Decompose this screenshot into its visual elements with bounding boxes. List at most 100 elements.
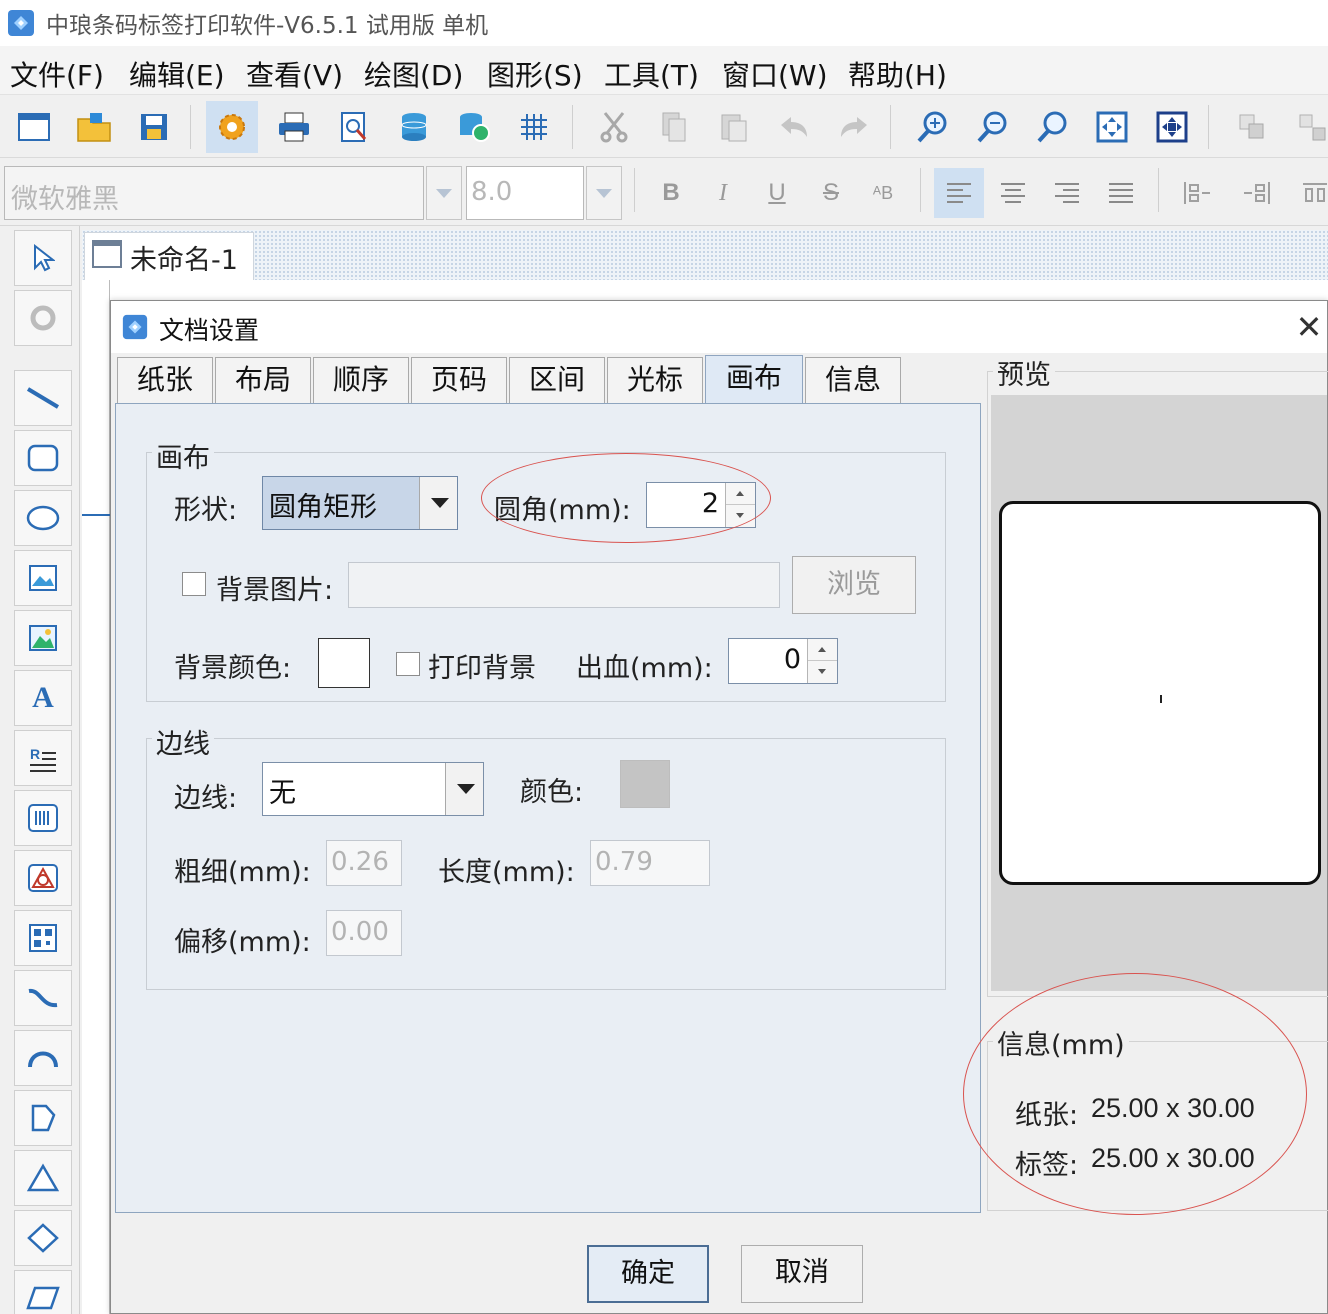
bleed-spinner[interactable]: 0: [728, 638, 838, 684]
zoom-out-icon[interactable]: [966, 101, 1018, 153]
document-settings-gear-icon[interactable]: [206, 101, 258, 153]
tab-paper[interactable]: 纸张: [117, 357, 213, 403]
group-icon[interactable]: [1226, 101, 1278, 153]
align-center-icon[interactable]: [988, 168, 1038, 218]
length-label: 长度(mm):: [438, 857, 575, 888]
qrcode-tool-icon[interactable]: [14, 910, 72, 966]
new-document-icon[interactable]: [8, 101, 60, 153]
save-icon[interactable]: [128, 101, 180, 153]
print-background-checkbox[interactable]: [396, 652, 420, 676]
database-settings-icon[interactable]: [448, 101, 500, 153]
menu-draw[interactable]: 绘图(D): [364, 54, 463, 94]
tab-range[interactable]: 区间: [509, 357, 605, 403]
bold-button[interactable]: B: [646, 168, 696, 218]
background-image-checkbox[interactable]: [182, 572, 206, 596]
diamond-tool-icon[interactable]: [14, 1210, 72, 1266]
zoom-in-icon[interactable]: [906, 101, 958, 153]
polygon-tool-icon[interactable]: [14, 1090, 72, 1146]
tab-cursor[interactable]: 光标: [607, 357, 703, 403]
background-color-swatch[interactable]: [318, 638, 370, 688]
length-field[interactable]: 0.79: [590, 840, 710, 886]
redo-icon[interactable]: [828, 101, 880, 153]
background-image-path-field[interactable]: [348, 562, 780, 608]
indent-right-icon[interactable]: [1232, 168, 1282, 218]
border-label: 边线:: [174, 783, 238, 814]
curve-tool-icon[interactable]: [14, 970, 72, 1026]
font-size-dropdown-button[interactable]: [586, 166, 622, 220]
cut-icon[interactable]: [588, 101, 640, 153]
tab-info[interactable]: 信息: [805, 357, 901, 403]
border-style-dropdown-arrow-icon[interactable]: [445, 763, 483, 815]
indent-left-icon[interactable]: [1172, 168, 1222, 218]
preview-title: 预览: [993, 353, 1055, 392]
border-style-combo[interactable]: 无: [262, 762, 484, 816]
bleed-up-icon[interactable]: [808, 639, 837, 661]
font-size-value: 8.0: [471, 177, 513, 207]
menu-shape[interactable]: 图形(S): [487, 54, 583, 94]
paste-icon[interactable]: [708, 101, 760, 153]
font-size-combo[interactable]: 8.0: [466, 166, 584, 220]
arc-tool-icon[interactable]: [14, 1030, 72, 1086]
italic-button[interactable]: I: [698, 168, 748, 218]
copy-icon[interactable]: [648, 101, 700, 153]
rich-text-tool-icon[interactable]: R: [14, 730, 72, 786]
dialog-close-icon[interactable]: ✕: [1293, 309, 1325, 345]
underline-button[interactable]: U: [752, 168, 802, 218]
ellipse-tool-icon[interactable]: [14, 490, 72, 546]
line-tool-icon[interactable]: [14, 370, 72, 426]
print-icon[interactable]: [268, 101, 320, 153]
preview-label-shape: [999, 501, 1321, 885]
shape-dropdown-arrow-icon[interactable]: [419, 477, 457, 529]
menu-window[interactable]: 窗口(W): [722, 54, 828, 94]
menu-edit[interactable]: 编辑(E): [129, 54, 225, 94]
parallelogram-tool-icon[interactable]: [14, 1270, 72, 1314]
thickness-field[interactable]: 0.26: [326, 840, 402, 886]
tab-layout[interactable]: 布局: [215, 357, 311, 403]
ungroup-icon[interactable]: [1286, 101, 1328, 153]
image-tool-icon[interactable]: [14, 550, 72, 606]
cancel-button[interactable]: 取消: [741, 1245, 863, 1303]
barcode-tool-icon[interactable]: [14, 790, 72, 846]
triangle-tool-icon[interactable]: [14, 1150, 72, 1206]
font-name-combo[interactable]: 微软雅黑: [4, 166, 424, 220]
fit-page-icon[interactable]: [1086, 101, 1138, 153]
zoom-icon[interactable]: [1026, 101, 1078, 153]
grid-icon[interactable]: [508, 101, 560, 153]
distribute-icon[interactable]: [1290, 168, 1328, 218]
browse-button[interactable]: 浏览: [792, 556, 916, 614]
tab-canvas[interactable]: 画布: [705, 355, 803, 405]
rotate-icon[interactable]: [14, 290, 72, 346]
text-effect-button[interactable]: ᴬB: [858, 168, 908, 218]
thickness-label: 粗细(mm):: [174, 857, 311, 888]
tab-order[interactable]: 顺序: [313, 357, 409, 403]
menu-tools[interactable]: 工具(T): [604, 54, 699, 94]
align-right-icon[interactable]: [1042, 168, 1092, 218]
menu-bar: 文件(F) 编辑(E) 查看(V) 绘图(D) 图形(S) 工具(T) 窗口(W…: [0, 46, 1328, 94]
picture-tool-icon[interactable]: [14, 610, 72, 666]
open-folder-icon[interactable]: [68, 101, 120, 153]
menu-file[interactable]: 文件(F): [10, 54, 104, 94]
actual-size-icon[interactable]: [1146, 101, 1198, 153]
tab-page-number[interactable]: 页码: [411, 357, 507, 403]
align-left-icon[interactable]: [934, 168, 984, 218]
shape-combo[interactable]: 圆角矩形: [262, 476, 458, 530]
border-color-swatch[interactable]: [620, 760, 670, 808]
rounded-rectangle-tool-icon[interactable]: [14, 430, 72, 486]
menu-view[interactable]: 查看(V): [246, 54, 343, 94]
offset-field[interactable]: 0.00: [326, 910, 402, 956]
menu-help[interactable]: 帮助(H): [848, 54, 947, 94]
text-tool-icon[interactable]: A: [14, 670, 72, 726]
strikethrough-button[interactable]: S: [806, 168, 856, 218]
bleed-down-icon[interactable]: [808, 661, 837, 683]
print-background-label: 打印背景: [428, 653, 536, 684]
align-justify-icon[interactable]: [1096, 168, 1146, 218]
select-pointer-icon[interactable]: [14, 230, 72, 286]
shape-tool-icon[interactable]: [14, 850, 72, 906]
background-image-label: 背景图片:: [216, 575, 334, 606]
print-preview-icon[interactable]: [328, 101, 380, 153]
ok-button[interactable]: 确定: [587, 1245, 709, 1303]
undo-icon[interactable]: [768, 101, 820, 153]
database-icon[interactable]: [388, 101, 440, 153]
font-name-dropdown-button[interactable]: [426, 166, 462, 220]
shape-label: 形状:: [174, 495, 238, 526]
